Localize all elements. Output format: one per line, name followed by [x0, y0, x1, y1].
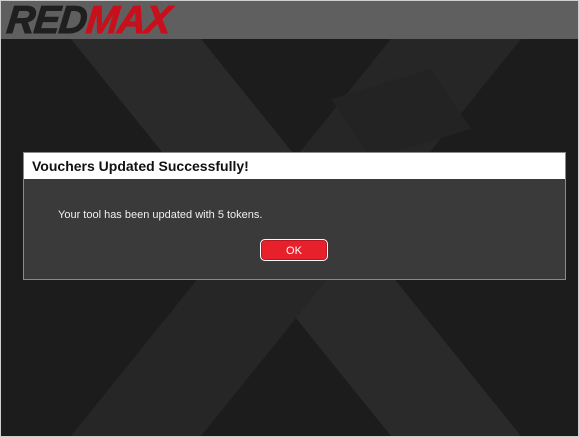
dialog-message: Your tool has been updated with 5 tokens…: [58, 209, 263, 221]
redmax-logo: REDMAX: [4, 0, 173, 43]
header-bar: REDMAX: [1, 0, 578, 43]
ok-button[interactable]: OK: [260, 239, 328, 261]
logo-text-max: MAX: [84, 0, 173, 43]
app-window: REDMAX Vouchers Updated Successfully! Yo…: [0, 0, 579, 437]
dialog-title: Vouchers Updated Successfully!: [24, 153, 565, 179]
logo-text-red: RED: [4, 0, 89, 43]
success-dialog: Vouchers Updated Successfully! Your tool…: [23, 152, 566, 280]
